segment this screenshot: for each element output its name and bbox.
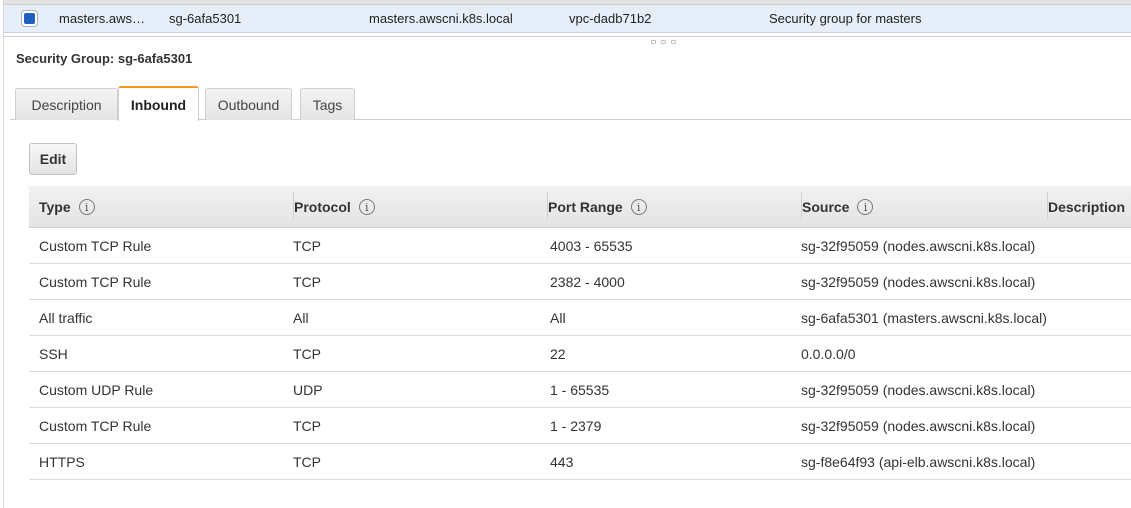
- column-separator: [293, 192, 294, 220]
- cell-protocol: TCP: [293, 274, 321, 290]
- cell-port-range: 1 - 2379: [550, 418, 602, 434]
- table-header: Type i Protocol i Port Range i Source i …: [29, 186, 1131, 228]
- cell-source: 0.0.0.0/0: [801, 346, 856, 362]
- info-icon[interactable]: i: [358, 199, 375, 215]
- pane-resize-handle[interactable]: [651, 40, 679, 46]
- cell-port-range: 4003 - 65535: [550, 238, 633, 254]
- cell-source: sg-f8e64f93 (api-elb.awscni.k8s.local): [801, 454, 1036, 470]
- table-row[interactable]: Custom TCP Rule TCP 2382 - 4000 sg-32f95059…: [29, 264, 1131, 300]
- row-name: masters.aws…: [59, 11, 145, 26]
- cell-protocol: UDP: [293, 382, 323, 398]
- tab-description[interactable]: Description: [15, 88, 118, 120]
- table-row[interactable]: SSH TCP 22 0.0.0.0/0: [29, 336, 1131, 372]
- column-label: Protocol: [294, 199, 351, 215]
- cell-port-range: 22: [550, 346, 566, 362]
- cell-type: SSH: [39, 346, 68, 362]
- cell-port-range: 1 - 65535: [550, 382, 610, 398]
- cell-port-range: 443: [550, 454, 574, 470]
- cell-type: Custom UDP Rule: [39, 382, 154, 398]
- row-checkbox[interactable]: [21, 10, 38, 27]
- table-row[interactable]: All traffic All All sg-6afa5301 (masters.aw…: [29, 300, 1131, 336]
- column-header-source[interactable]: Source i: [801, 186, 874, 228]
- cell-protocol: TCP: [293, 238, 321, 254]
- column-header-type[interactable]: Type i: [39, 186, 95, 228]
- cell-source: sg-32f95059 (nodes.awscni.k8s.local): [801, 382, 1036, 398]
- details-tabs: Description Inbound Outbound Tags: [10, 86, 1131, 121]
- cell-type: Custom TCP Rule: [39, 274, 152, 290]
- column-header-protocol[interactable]: Protocol i: [293, 186, 375, 228]
- cell-protocol: All: [293, 310, 309, 326]
- security-group-row[interactable]: masters.aws… sg-6afa5301 masters.awscni.…: [4, 5, 1131, 33]
- table-body: Custom TCP Rule TCP 4003 - 65535 sg-32f9505…: [29, 228, 1131, 480]
- column-label: Type: [39, 199, 71, 215]
- cell-type: Custom TCP Rule: [39, 418, 152, 434]
- column-label: Description: [1048, 199, 1126, 215]
- cell-source: sg-32f95059 (nodes.awscni.k8s.local): [801, 418, 1036, 434]
- cell-protocol: TCP: [293, 346, 321, 362]
- edit-button[interactable]: Edit: [29, 143, 77, 175]
- grip-dot: [671, 40, 676, 44]
- table-row[interactable]: HTTPS TCP 443 sg-f8e64f93 (api-elb.awscni.k…: [29, 444, 1131, 480]
- table-row[interactable]: Custom UDP Rule UDP 1 - 65535 sg-32f95059 (…: [29, 372, 1131, 408]
- tab-tags[interactable]: Tags: [300, 88, 355, 120]
- details-title: Security Group: sg-6afa5301: [16, 51, 193, 66]
- tab-outbound[interactable]: Outbound: [205, 88, 292, 120]
- panel-left-border: [3, 0, 4, 508]
- cell-source: sg-32f95059 (nodes.awscni.k8s.local): [801, 274, 1036, 290]
- row-vpc-id: vpc-dadb71b2: [569, 11, 652, 26]
- pane-divider: [4, 36, 1131, 37]
- cell-port-range: All: [550, 310, 566, 326]
- cell-source: sg-6afa5301 (masters.awscni.k8s.local): [801, 310, 1047, 326]
- cell-source: sg-32f95059 (nodes.awscni.k8s.local): [801, 238, 1036, 254]
- info-icon[interactable]: i: [78, 199, 95, 215]
- grip-dot: [661, 40, 666, 44]
- cell-type: All traffic: [39, 310, 93, 326]
- row-group-id: sg-6afa5301: [169, 11, 242, 26]
- column-label: Port Range: [548, 199, 623, 215]
- column-separator: [547, 192, 548, 220]
- column-header-port-range[interactable]: Port Range i: [547, 186, 647, 228]
- column-label: Source: [802, 199, 850, 215]
- cell-type: HTTPS: [39, 454, 85, 470]
- column-separator: [801, 192, 802, 220]
- tab-inbound[interactable]: Inbound: [118, 86, 199, 121]
- column-separator: [1047, 192, 1048, 220]
- cell-port-range: 2382 - 4000: [550, 274, 625, 290]
- info-icon[interactable]: i: [630, 199, 647, 215]
- cell-type: Custom TCP Rule: [39, 238, 152, 254]
- cell-protocol: TCP: [293, 418, 321, 434]
- info-icon[interactable]: i: [857, 199, 874, 215]
- column-header-description[interactable]: Description: [1047, 186, 1126, 228]
- inbound-rules-table: Type i Protocol i Port Range i Source i …: [29, 186, 1131, 480]
- table-row[interactable]: Custom TCP Rule TCP 1 - 2379 sg-32f95059 (n…: [29, 408, 1131, 444]
- row-group-name: masters.awscni.k8s.local: [369, 11, 513, 26]
- row-description: Security group for masters: [769, 11, 922, 26]
- grip-dot: [651, 40, 656, 44]
- table-row[interactable]: Custom TCP Rule TCP 4003 - 65535 sg-32f9505…: [29, 228, 1131, 264]
- cell-protocol: TCP: [293, 454, 321, 470]
